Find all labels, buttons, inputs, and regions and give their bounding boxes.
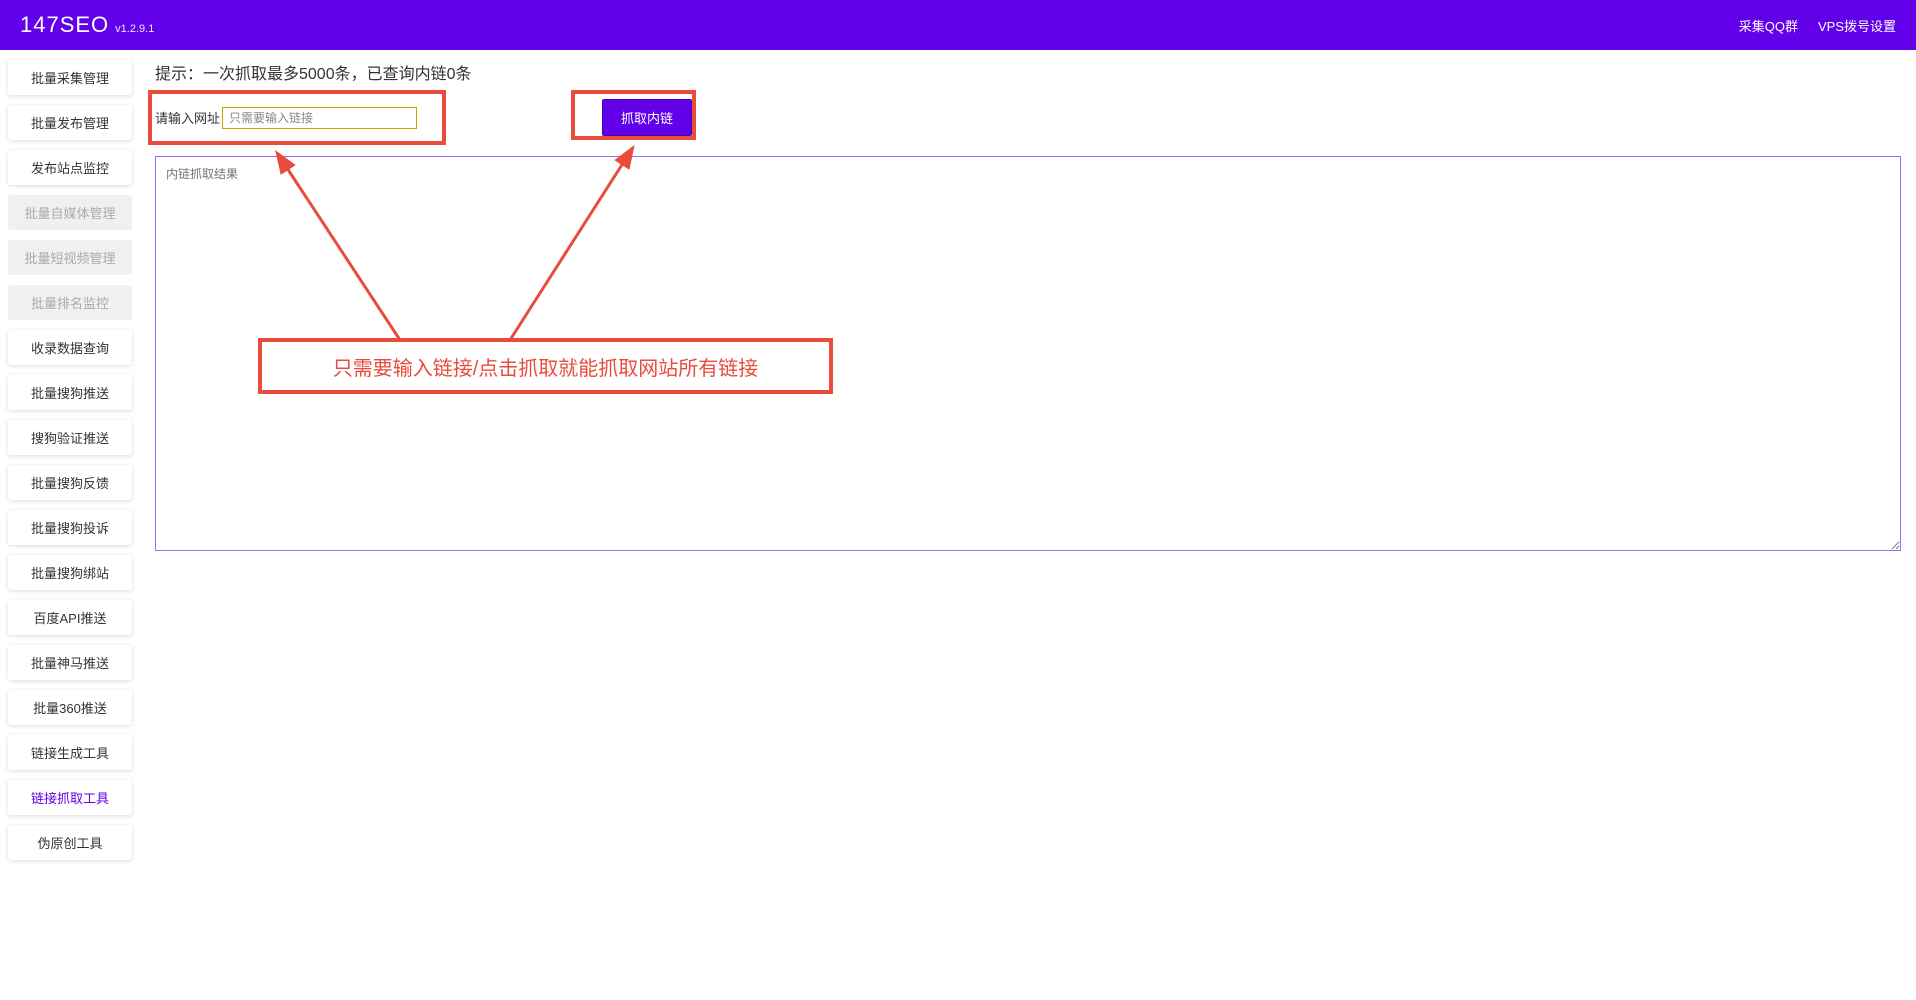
sidebar-item-5: 批量排名监控 [8,285,132,320]
sidebar-item-4: 批量短视频管理 [8,240,132,275]
form-row: 请输入网址 抓取内链 [155,99,1901,136]
header-right: 采集QQ群 VPS拨号设置 [1739,16,1896,35]
sidebar-item-3: 批量自媒体管理 [8,195,132,230]
header-link-qq[interactable]: 采集QQ群 [1739,16,1798,35]
url-input-label: 请输入网址 [155,108,220,127]
sidebar-item-6[interactable]: 收录数据查询 [8,330,132,365]
url-input[interactable] [222,107,417,129]
header-link-vps[interactable]: VPS拨号设置 [1818,16,1896,35]
sidebar-item-13[interactable]: 批量神马推送 [8,645,132,680]
header-left: 147SEO v1.2.9.1 [20,12,154,38]
sidebar-item-17[interactable]: 伪原创工具 [8,825,132,860]
sidebar-item-1[interactable]: 批量发布管理 [8,105,132,140]
input-group: 请输入网址 [155,107,417,129]
sidebar-item-16[interactable]: 链接抓取工具 [8,780,132,815]
app-title: 147SEO [20,12,109,38]
sidebar-item-12[interactable]: 百度API推送 [8,600,132,635]
sidebar-item-15[interactable]: 链接生成工具 [8,735,132,770]
sidebar[interactable]: 批量采集管理批量发布管理发布站点监控批量自媒体管理批量短视频管理批量排名监控收录… [0,50,140,1000]
sidebar-item-10[interactable]: 批量搜狗投诉 [8,510,132,545]
sidebar-item-2[interactable]: 发布站点监控 [8,150,132,185]
fetch-button[interactable]: 抓取内链 [602,99,692,136]
app-version: v1.2.9.1 [115,23,154,35]
sidebar-item-8[interactable]: 搜狗验证推送 [8,420,132,455]
hint-text: 提示：一次抓取最多5000条，已查询内链0条 [155,60,1901,84]
main-content: 提示：一次抓取最多5000条，已查询内链0条 请输入网址 抓取内链 [140,50,1916,1000]
sidebar-item-9[interactable]: 批量搜狗反馈 [8,465,132,500]
sidebar-item-11[interactable]: 批量搜狗绑站 [8,555,132,590]
sidebar-item-7[interactable]: 批量搜狗推送 [8,375,132,410]
sidebar-item-0[interactable]: 批量采集管理 [8,60,132,95]
result-textarea[interactable] [155,156,1901,551]
app-header: 147SEO v1.2.9.1 采集QQ群 VPS拨号设置 [0,0,1916,50]
sidebar-item-14[interactable]: 批量360推送 [8,690,132,725]
